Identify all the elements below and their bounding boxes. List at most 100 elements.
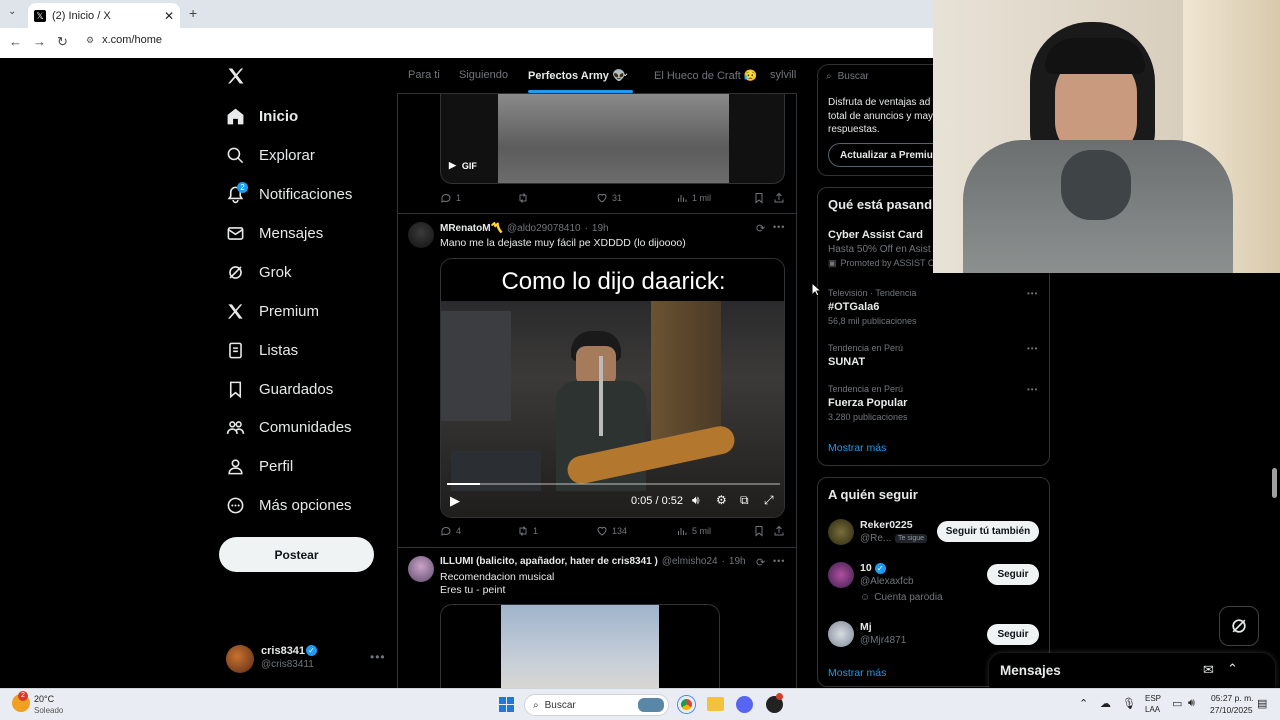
follow-name[interactable]: Reker0225	[860, 519, 913, 531]
follow-back-button[interactable]: Seguir tú también	[937, 521, 1039, 542]
avatar[interactable]	[828, 621, 854, 647]
clock-time[interactable]: 05:27 p. m.	[1211, 693, 1254, 703]
author-name[interactable]: MRenatoM〽️	[440, 223, 503, 234]
trend-item[interactable]: Tendencia en Perú Fuerza Popular 3.280 p…	[828, 384, 908, 422]
nav-messages[interactable]: Mensajes	[226, 220, 323, 246]
nav-lists[interactable]: Listas	[226, 337, 298, 363]
expand-icon[interactable]: ⌃	[1227, 661, 1238, 677]
chevron-down-icon[interactable]: ⌄	[621, 68, 629, 79]
page-scrollbar[interactable]	[1272, 468, 1277, 498]
discord-icon[interactable]	[736, 696, 753, 713]
video-progress-track[interactable]	[447, 483, 780, 485]
views-button[interactable]: 5 mil	[676, 525, 711, 537]
video-player[interactable]: Como lo dijo daarick: ▶ 0:05 / 0:52 🔊︎ ⚙…	[440, 258, 785, 518]
pip-icon[interactable]: ⧉	[740, 493, 749, 508]
nav-profile[interactable]: Perfil	[226, 453, 293, 479]
share-button[interactable]	[773, 192, 785, 204]
tab-sylvill[interactable]: sylvill	[770, 69, 796, 81]
nav-explore[interactable]: Explorar	[226, 142, 315, 168]
grok-tweet-icon[interactable]: ⟳	[756, 222, 765, 235]
post-button[interactable]: Postear	[219, 537, 374, 572]
volume-icon[interactable]: 🔊︎	[1188, 697, 1195, 710]
nav-grok[interactable]: Grok	[226, 259, 292, 285]
tab-list-icon[interactable]: ⌄	[8, 6, 16, 17]
tab-for-you[interactable]: Para ti	[408, 69, 440, 81]
taskbar-search[interactable]: ⌕ Buscar	[524, 694, 669, 716]
close-tab-icon[interactable]: ✕	[164, 9, 174, 23]
trend-item-ad[interactable]: Cyber Assist Card Hasta 50% Off en Asist…	[828, 229, 934, 269]
reply-button[interactable]: 4	[440, 525, 461, 537]
grok-tweet-icon[interactable]: ⟳	[756, 556, 765, 569]
notification-center-icon[interactable]: ▤	[1257, 697, 1267, 710]
repost-button[interactable]	[517, 192, 533, 204]
fullscreen-icon[interactable]: ⤢	[764, 493, 774, 508]
tweet-time[interactable]: 19h	[729, 556, 746, 567]
nav-bookmarks[interactable]: Guardados	[226, 376, 333, 402]
forward-icon[interactable]: →	[33, 34, 46, 49]
avatar[interactable]	[828, 562, 854, 588]
tab-perfectos-army[interactable]: Perfectos Army 👽	[528, 69, 626, 82]
author-name[interactable]: ILLUMI (balicito, apañador, hater de cri…	[440, 556, 658, 567]
bookmark-button[interactable]	[753, 525, 765, 537]
tweet-time[interactable]: 19h	[592, 223, 609, 234]
play-icon[interactable]: ▶	[450, 493, 460, 509]
browser-tab[interactable]: 𝕏 (2) Inicio / X ✕	[28, 3, 180, 28]
follow-show-more[interactable]: Mostrar más	[828, 667, 886, 679]
file-explorer-icon[interactable]	[707, 697, 724, 711]
share-button[interactable]	[773, 525, 785, 537]
follow-name[interactable]: 10	[860, 562, 872, 574]
chrome-icon[interactable]	[678, 696, 695, 713]
nav-more[interactable]: Más opciones	[226, 492, 352, 518]
windows-start-icon[interactable]	[499, 697, 514, 712]
account-switcher[interactable]: cris8341 ✓ @cris83411 •••	[226, 644, 396, 674]
trends-show-more[interactable]: Mostrar más	[828, 442, 886, 454]
site-info-icon[interactable]: ⚙	[86, 35, 94, 46]
tray-chevron-icon[interactable]: ⌃	[1079, 697, 1088, 710]
like-button[interactable]: 31	[596, 192, 622, 204]
nav-communities[interactable]: Comunidades	[226, 414, 352, 440]
reply-button[interactable]: 1	[440, 192, 461, 204]
tweet-more-icon[interactable]: •••	[773, 222, 785, 232]
microphone-icon[interactable]: 🎙︎	[1122, 697, 1136, 710]
volume-icon[interactable]: 🔊︎	[692, 493, 700, 508]
grok-button[interactable]	[1219, 606, 1259, 646]
nav-premium[interactable]: Premium	[226, 298, 319, 324]
weather-temp[interactable]: 20°C	[34, 694, 54, 704]
reload-icon[interactable]: ↻	[57, 34, 68, 50]
nav-home[interactable]: Inicio	[226, 103, 298, 129]
trend-more-icon[interactable]: •••	[1027, 289, 1038, 298]
back-icon[interactable]: ←	[9, 34, 22, 49]
follow-name[interactable]: Mj	[860, 621, 872, 633]
avatar[interactable]	[408, 556, 434, 582]
trend-item[interactable]: Tendencia en Perú SUNAT	[828, 343, 903, 368]
trend-item[interactable]: Televisión · Tendencia #OTGala6 56,8 mil…	[828, 288, 917, 326]
new-message-icon[interactable]: ✉	[1203, 662, 1214, 678]
display-icon[interactable]: ▭	[1172, 697, 1182, 710]
follow-button[interactable]: Seguir	[987, 624, 1039, 645]
gif-media[interactable]: ▶ GIF	[440, 94, 785, 184]
author-handle[interactable]: @aldo29078410	[507, 223, 581, 234]
avatar[interactable]	[828, 519, 854, 545]
network-icon[interactable]: ☁	[1100, 697, 1111, 710]
repost-button[interactable]: 1	[517, 525, 538, 537]
views-button[interactable]: 1 mil	[676, 192, 711, 204]
trend-more-icon[interactable]: •••	[1027, 344, 1038, 353]
x-logo-icon[interactable]	[226, 66, 246, 91]
upgrade-premium-button[interactable]: Actualizar a Premiu	[828, 143, 948, 167]
language-code[interactable]: ESP	[1145, 694, 1161, 703]
trend-more-icon[interactable]: •••	[1027, 385, 1038, 394]
account-menu-icon[interactable]: •••	[370, 650, 386, 664]
tweet-media[interactable]	[440, 604, 720, 688]
follow-button[interactable]: Seguir	[987, 564, 1039, 585]
tab-el-hueco-de-craft[interactable]: El Hueco de Craft 😥	[654, 69, 758, 82]
tab-following[interactable]: Siguiendo	[459, 69, 508, 81]
new-tab-icon[interactable]: +	[189, 5, 197, 21]
settings-icon[interactable]: ⚙	[716, 493, 727, 507]
like-button[interactable]: 134	[596, 525, 627, 537]
messages-drawer[interactable]: Mensajes ✉ ⌃	[989, 653, 1275, 688]
tweet-more-icon[interactable]: •••	[773, 556, 785, 566]
bookmark-button[interactable]	[753, 192, 765, 204]
avatar[interactable]	[408, 222, 434, 248]
author-handle[interactable]: @elmisho24	[662, 556, 718, 567]
url-field[interactable]: ⚙ x.com/home	[86, 34, 162, 46]
